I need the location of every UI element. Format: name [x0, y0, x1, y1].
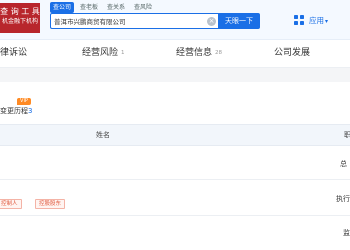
position-cell: 执行	[336, 195, 350, 203]
nav-item-label: 公司发展	[274, 48, 311, 58]
nav-item-count: 28	[215, 50, 223, 56]
section-nav: 律诉讼 经营风险 1 经营信息 28 公司发展	[0, 40, 350, 68]
logo-line2: 机金融下机构	[1, 18, 38, 25]
shareholder-tag[interactable]: 控股股东	[35, 199, 66, 209]
top-header: 查 询 工 具 机金融下机构 查公司 查老板 查关系 查风险 × 天眼一下 应用…	[0, 0, 350, 40]
chevron-down-icon: ▾	[325, 18, 329, 25]
nav-item-label: 经营信息	[176, 48, 213, 58]
nav-item-label: 经营风险	[82, 48, 119, 58]
logo-line1: 查 询 工 具	[0, 7, 40, 16]
tab-company[interactable]: 查公司	[50, 2, 75, 13]
nav-item-company-development[interactable]: 公司发展	[274, 46, 313, 60]
app-menu[interactable]: 应用▾	[309, 14, 345, 28]
tab-risk[interactable]: 查风险	[131, 2, 155, 13]
table-header: 姓名 职	[0, 124, 350, 146]
section-title-text: 变更历程	[0, 107, 28, 115]
nav-item-business-info[interactable]: 经营信息 28	[176, 46, 222, 60]
controller-tag[interactable]: 控制人	[0, 199, 22, 209]
table-row: 控制人 控股股东 执行	[0, 180, 350, 216]
search-type-tabs: 查公司 查老板 查关系 查风险	[50, 2, 155, 13]
nav-item-count: 1	[121, 50, 125, 56]
position-cell: 监	[343, 229, 350, 237]
table-row: 总	[0, 146, 350, 180]
vip-badge: VIP	[17, 98, 31, 105]
tab-relation[interactable]: 查关系	[104, 2, 128, 13]
search-box: ×	[50, 13, 218, 29]
column-header-name: 姓名	[96, 131, 110, 139]
nav-item-business-risk[interactable]: 经营风险 1	[82, 46, 125, 60]
search-button[interactable]: 天眼一下	[218, 13, 260, 29]
tab-boss[interactable]: 查老板	[77, 2, 101, 13]
app-menu-label: 应用	[309, 16, 324, 25]
nav-item-label: 律诉讼	[0, 48, 28, 58]
position-cell: 总	[340, 160, 347, 168]
clear-icon[interactable]: ×	[207, 17, 216, 26]
table-row: 监	[0, 216, 350, 250]
nav-item-litigation[interactable]: 律诉讼	[0, 46, 30, 60]
section-divider	[0, 68, 350, 82]
column-header-position: 职	[344, 131, 350, 139]
apps-grid-icon[interactable]	[293, 14, 305, 26]
section-title-count: 3	[28, 107, 33, 115]
section-title[interactable]: 变更历程3	[0, 105, 32, 117]
search-input[interactable]	[51, 14, 201, 28]
logo[interactable]: 查 询 工 具 机金融下机构	[0, 3, 40, 33]
